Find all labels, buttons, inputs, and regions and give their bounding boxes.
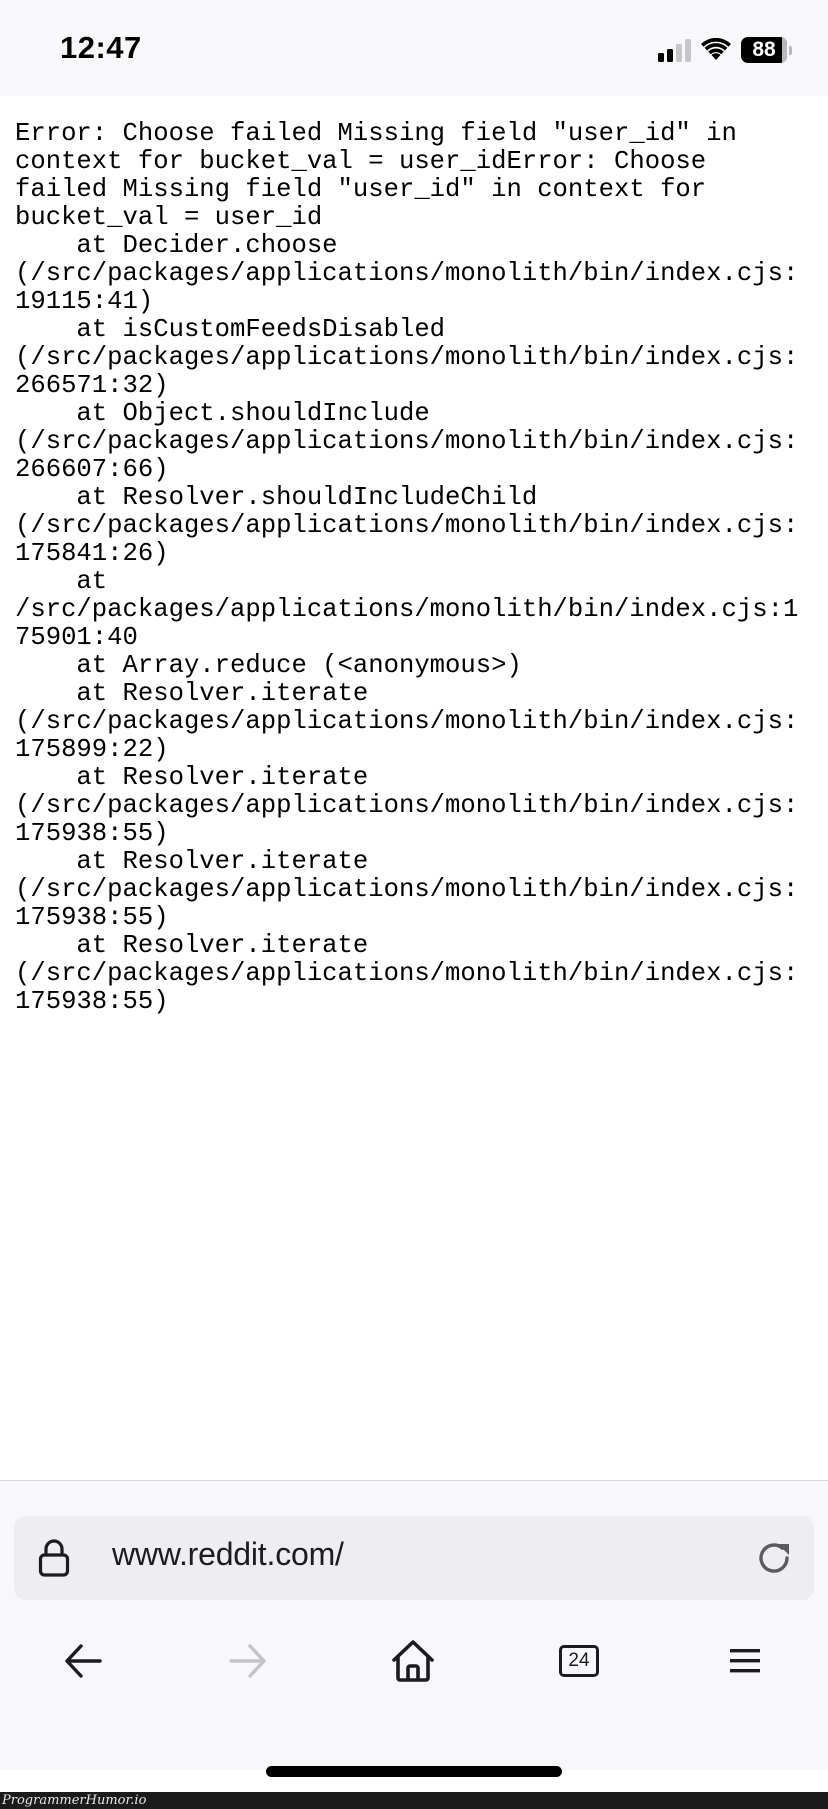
hamburger-menu-icon xyxy=(730,1649,760,1673)
web-page-content: Error: Choose failed Missing field "user… xyxy=(0,96,828,1480)
stack-trace-line: at Decider.choose xyxy=(15,231,338,260)
stack-trace-line: at Resolver.iterate xyxy=(15,847,369,876)
forward-arrow-icon xyxy=(229,1644,266,1678)
stack-trace-line: (/src/packages/applications/monolith/bin… xyxy=(15,259,799,288)
stack-trace-line: at Array.reduce (<anonymous>) xyxy=(15,651,522,680)
stack-trace-line: 175938:55) xyxy=(15,903,169,932)
navigation-bar: 24 xyxy=(0,1631,828,1691)
stack-trace-line: (/src/packages/applications/monolith/bin… xyxy=(15,707,799,736)
stack-trace-line: 175938:55) xyxy=(15,819,169,848)
home-icon xyxy=(392,1640,434,1682)
stack-trace-line: 75901:40 xyxy=(15,623,138,652)
status-time: 12:47 xyxy=(60,30,142,65)
stack-trace-line: failed Missing field "user_id" in contex… xyxy=(15,175,707,204)
stack-trace-line: (/src/packages/applications/monolith/bin… xyxy=(15,959,799,988)
stack-trace-line: at Resolver.iterate xyxy=(15,679,369,708)
stack-trace-line: (/src/packages/applications/monolith/bin… xyxy=(15,875,799,904)
stack-trace-line: 175841:26) xyxy=(15,539,169,568)
stack-trace-line: 266571:32) xyxy=(15,371,169,400)
stack-trace-line: at isCustomFeedsDisabled xyxy=(15,315,446,344)
tabs-count-icon: 24 xyxy=(559,1645,599,1677)
battery-indicator: 88 xyxy=(741,37,792,63)
watermark-text: ProgrammerHumor.io xyxy=(2,1793,147,1808)
forward-button[interactable] xyxy=(218,1631,278,1691)
reload-icon[interactable] xyxy=(754,1538,794,1578)
error-message-line: Error: Choose failed Missing field "user… xyxy=(15,119,737,148)
stack-trace-line: 19115:41) xyxy=(15,287,154,316)
stack-trace-line: (/src/packages/applications/monolith/bin… xyxy=(15,427,799,456)
watermark-bar: ProgrammerHumor.io xyxy=(0,1792,828,1809)
stack-trace-line: 266607:66) xyxy=(15,455,169,484)
stack-trace-line: (/src/packages/applications/monolith/bin… xyxy=(15,791,799,820)
stack-trace-line: context for bucket_val = user_idError: C… xyxy=(15,147,707,176)
stack-trace-line: at Resolver.iterate xyxy=(15,931,369,960)
home-button[interactable] xyxy=(383,1631,443,1691)
lock-icon[interactable] xyxy=(38,1538,70,1578)
cellular-signal-icon xyxy=(658,38,691,62)
stack-trace-line: bucket_val = user_id xyxy=(15,203,323,232)
status-bar: 12:47 88 xyxy=(0,0,828,96)
tabs-button[interactable]: 24 xyxy=(549,1631,609,1691)
stack-trace-line: at Resolver.iterate xyxy=(15,763,369,792)
url-text[interactable]: www.reddit.com/ xyxy=(112,1536,344,1573)
stack-trace-line: (/src/packages/applications/monolith/bin… xyxy=(15,511,799,540)
error-stack-trace: Error: Choose failed Missing field "user… xyxy=(15,120,825,1016)
status-icons: 88 xyxy=(658,35,792,65)
home-indicator[interactable] xyxy=(266,1766,562,1777)
back-arrow-icon xyxy=(65,1644,102,1678)
browser-toolbar: www.reddit.com/ 24 xyxy=(0,1480,828,1770)
stack-trace-line: (/src/packages/applications/monolith/bin… xyxy=(15,343,799,372)
wifi-icon xyxy=(701,38,731,60)
menu-button[interactable] xyxy=(715,1631,775,1691)
stack-trace-line: 175899:22) xyxy=(15,735,169,764)
stack-trace-line: /src/packages/applications/monolith/bin/… xyxy=(15,595,799,624)
stack-trace-line: at Object.shouldInclude xyxy=(15,399,430,428)
stack-trace-line: 175938:55) xyxy=(15,987,169,1016)
stack-trace-line: at xyxy=(15,567,108,596)
address-bar[interactable]: www.reddit.com/ xyxy=(14,1516,814,1600)
battery-level: 88 xyxy=(752,38,776,61)
stack-trace-line: at Resolver.shouldIncludeChild xyxy=(15,483,538,512)
back-button[interactable] xyxy=(53,1631,113,1691)
